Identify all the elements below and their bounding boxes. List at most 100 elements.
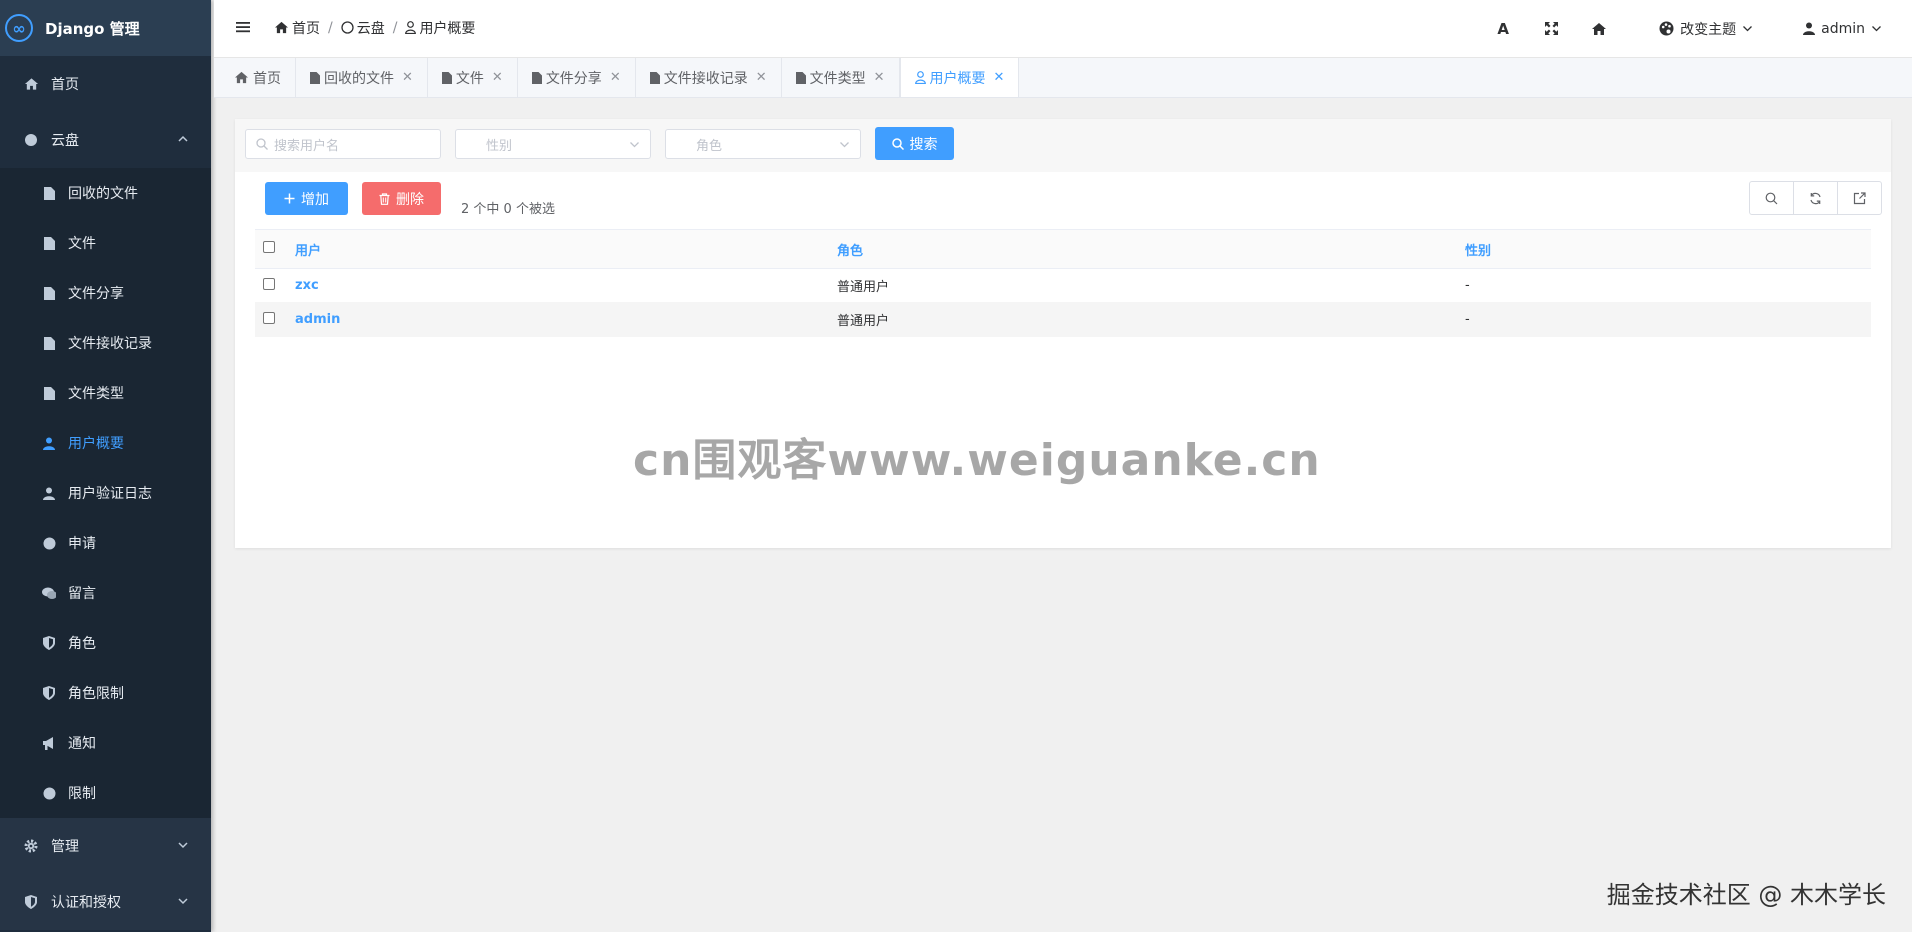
sidebar-item-home[interactable]: 首页 (0, 56, 211, 112)
hamburger-menu-icon[interactable] (236, 20, 250, 34)
tab-file-types[interactable]: 文件类型 ✕ (782, 58, 900, 97)
sidebar-group-auth[interactable]: 认证和授权 (0, 874, 211, 930)
home-icon (274, 21, 289, 34)
user-dropdown[interactable]: admin (1803, 21, 1882, 37)
home-icon[interactable] (1589, 19, 1609, 39)
close-icon[interactable]: ✕ (874, 70, 885, 85)
sidebar-item-roles[interactable]: 角色 (0, 618, 211, 668)
user-link[interactable]: zxc (295, 278, 319, 293)
fullscreen-icon[interactable] (1541, 19, 1561, 39)
sidebar-item-applications[interactable]: 申请 (0, 518, 211, 568)
close-icon[interactable]: ✕ (492, 70, 503, 85)
role-cell: 普通用户 (836, 302, 1464, 337)
sidebar-bottom-groups: 管理 认证和授权 (0, 818, 211, 930)
file-icon (42, 286, 56, 300)
home-icon (234, 71, 249, 84)
sidebar-item-label: 限制 (68, 786, 96, 802)
search-button[interactable]: 搜索 (875, 127, 954, 160)
export-icon (1853, 191, 1866, 205)
gender-select[interactable]: 性别 (455, 129, 651, 159)
username-search-input[interactable]: 搜索用户名 (245, 129, 441, 159)
shield-icon (42, 686, 56, 700)
top-header: 首页 / 云盘 / 用户概要 A 改变主题 admin (214, 0, 1912, 58)
user-name-label: admin (1821, 20, 1865, 37)
breadcrumb-separator: / (328, 19, 333, 36)
file-icon (42, 386, 56, 400)
tab-label: 回收的文件 (324, 70, 394, 87)
circle-icon (22, 133, 40, 147)
sidebar-item-file-receive-log[interactable]: 文件接收记录 (0, 318, 211, 368)
font-size-icon[interactable]: A (1493, 19, 1513, 39)
export-button[interactable] (1837, 181, 1882, 215)
tab-file-receive-log[interactable]: 文件接收记录 ✕ (636, 58, 782, 97)
sidebar-item-role-limits[interactable]: 角色限制 (0, 668, 211, 718)
user-cell: admin (294, 302, 836, 337)
sidebar-group-cloud[interactable]: 云盘 (0, 112, 211, 168)
sidebar-item-messages[interactable]: 留言 (0, 568, 211, 618)
close-icon[interactable]: ✕ (610, 70, 621, 85)
sidebar-item-label: 文件 (68, 236, 96, 252)
column-header-gender[interactable]: 性别 (1464, 229, 1871, 269)
file-icon (310, 71, 320, 84)
sidebar-item-notifications[interactable]: 通知 (0, 718, 211, 768)
user-table: 用户 角色 性别 zxc 普通用户 - admin 普通用户 - (255, 229, 1871, 337)
column-header-role[interactable]: 角色 (836, 229, 1464, 269)
column-header-user[interactable]: 用户 (294, 229, 836, 269)
add-button[interactable]: 增加 (265, 182, 348, 215)
close-icon[interactable]: ✕ (756, 70, 767, 85)
breadcrumb-home[interactable]: 首页 (274, 18, 320, 38)
user-outline-icon (405, 21, 417, 34)
file-icon (42, 336, 56, 350)
header-tools: A 改变主题 admin (1479, 0, 1882, 57)
sidebar-item-recycled-files[interactable]: 回收的文件 (0, 168, 211, 218)
sidebar-item-label: 用户概要 (68, 436, 124, 452)
sidebar-item-files[interactable]: 文件 (0, 218, 211, 268)
refresh-button[interactable] (1793, 181, 1838, 215)
tab-user-profile[interactable]: 用户概要 ✕ (899, 58, 1020, 97)
tab-home[interactable]: 首页 (220, 58, 296, 97)
close-icon[interactable]: ✕ (994, 70, 1005, 85)
user-icon (1803, 22, 1816, 35)
chevron-down-icon (1742, 23, 1753, 34)
circle-outline-icon (341, 21, 354, 34)
search-button-label: 搜索 (909, 136, 938, 153)
tab-label: 首页 (253, 70, 281, 87)
circle-icon (42, 537, 56, 550)
sidebar-item-user-profile[interactable]: 用户概要 (0, 418, 211, 468)
change-theme-dropdown[interactable]: 改变主题 (1659, 19, 1753, 39)
role-select[interactable]: 角色 (665, 129, 861, 159)
tab-file-share[interactable]: 文件分享 ✕ (518, 58, 636, 97)
row-checkbox[interactable] (263, 311, 275, 324)
breadcrumb-cloud[interactable]: 云盘 (341, 18, 385, 38)
user-link[interactable]: admin (295, 312, 340, 327)
delete-button[interactable]: 删除 (362, 182, 441, 215)
breadcrumb: 首页 / 云盘 / 用户概要 (274, 0, 475, 55)
file-icon (531, 71, 542, 84)
sidebar-item-limits[interactable]: 限制 (0, 768, 211, 818)
gender-placeholder: 性别 (486, 138, 513, 154)
role-placeholder: 角色 (696, 138, 723, 154)
sidebar-item-file-share[interactable]: 文件分享 (0, 268, 211, 318)
select-all-cell (255, 229, 294, 269)
sidebar-item-user-auth-log[interactable]: 用户验证日志 (0, 468, 211, 518)
close-icon[interactable]: ✕ (402, 70, 413, 85)
search-icon (256, 138, 268, 150)
file-icon (42, 186, 56, 200)
sidebar-group-manage[interactable]: 管理 (0, 818, 211, 874)
file-icon (441, 71, 452, 84)
table-row: admin 普通用户 - (255, 302, 1871, 337)
tab-label: 用户概要 (929, 70, 986, 87)
brand[interactable]: ∞ Django 管理 (0, 0, 211, 56)
watermark-text: cn围观客www.weiguanke.cn (633, 435, 1321, 486)
user-outline-icon (914, 71, 926, 84)
chevron-down-icon (177, 895, 189, 907)
tab-label: 文件接收记录 (663, 70, 748, 87)
tab-recycled-files[interactable]: 回收的文件 ✕ (296, 58, 428, 97)
sidebar-item-file-types[interactable]: 文件类型 (0, 368, 211, 418)
tab-files[interactable]: 文件 ✕ (428, 58, 518, 97)
corner-credit-watermark: 掘金技术社区 @ 木木学长 (1606, 881, 1886, 909)
row-checkbox[interactable] (263, 277, 275, 290)
search-toggle-button[interactable] (1749, 181, 1794, 215)
select-all-checkbox[interactable] (263, 241, 275, 253)
circle-icon (42, 787, 56, 800)
